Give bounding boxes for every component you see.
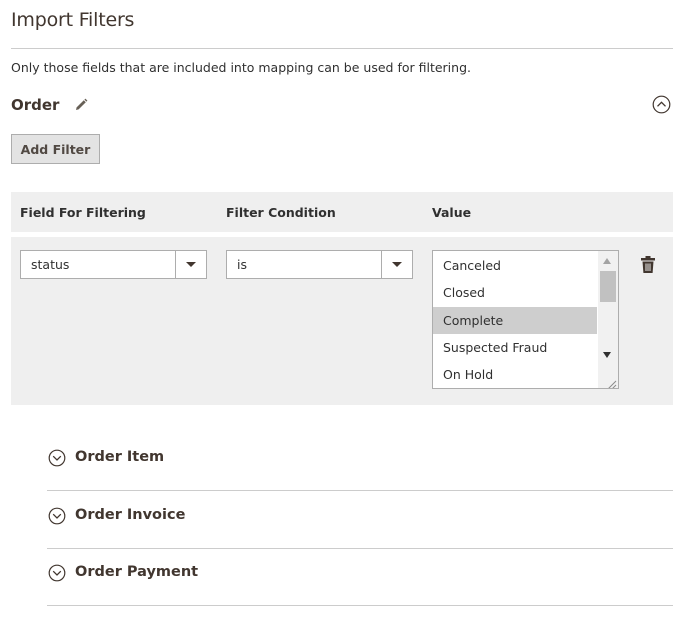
circle-chevron-down-icon[interactable] <box>48 564 66 582</box>
trash-icon[interactable] <box>640 255 656 275</box>
order-payment-label: Order Payment <box>75 564 199 580</box>
value-scrollbar[interactable] <box>598 251 618 388</box>
circle-chevron-down-icon[interactable] <box>48 449 66 467</box>
order-invoice-section[interactable]: Order Invoice <box>47 492 673 549</box>
chevron-down-icon <box>186 262 196 267</box>
filter-row: status is Canceled Closed Complete Suspe… <box>11 237 673 405</box>
scroll-thumb[interactable] <box>600 271 616 302</box>
header-value: Value <box>432 205 472 220</box>
chevron-down-icon <box>392 262 402 267</box>
field-select-value: status <box>31 257 70 272</box>
field-select[interactable]: status <box>20 250 207 279</box>
mapping-note: Only those fields that are included into… <box>11 60 471 75</box>
header-filter-condition: Filter Condition <box>226 205 336 220</box>
scroll-up-arrow-icon[interactable] <box>603 258 611 264</box>
value-option-suspected-fraud[interactable]: Suspected Fraud <box>433 334 597 361</box>
header-field-for-filtering: Field For Filtering <box>20 205 146 220</box>
condition-select-value: is <box>237 257 247 272</box>
value-option-closed[interactable]: Closed <box>433 279 597 306</box>
condition-select[interactable]: is <box>226 250 413 279</box>
order-item-section[interactable]: Order Item <box>47 434 673 491</box>
pencil-icon[interactable] <box>73 97 89 113</box>
condition-select-toggle[interactable] <box>381 251 412 278</box>
order-invoice-label: Order Invoice <box>75 507 186 523</box>
order-section-header: Order <box>11 94 89 116</box>
value-multiselect[interactable]: Canceled Closed Complete Suspected Fraud… <box>432 250 619 389</box>
order-payment-section[interactable]: Order Payment <box>47 549 673 606</box>
order-item-label: Order Item <box>75 449 165 465</box>
value-option-canceled[interactable]: Canceled <box>433 252 597 279</box>
circle-chevron-up-icon[interactable] <box>652 95 671 114</box>
resize-grip-icon[interactable] <box>605 375 617 388</box>
filter-grid-header: Field For Filtering Filter Condition Val… <box>11 192 673 232</box>
section-title: Order <box>11 96 60 114</box>
scroll-down-arrow-icon[interactable] <box>603 352 611 358</box>
value-option-complete[interactable]: Complete <box>433 307 597 334</box>
title-divider <box>11 48 673 49</box>
page-title: Import Filters <box>11 9 135 31</box>
circle-chevron-down-icon[interactable] <box>48 507 66 525</box>
add-filter-button[interactable]: Add Filter <box>11 134 100 164</box>
field-select-toggle[interactable] <box>175 251 206 278</box>
value-option-on-hold[interactable]: On Hold <box>433 361 597 388</box>
